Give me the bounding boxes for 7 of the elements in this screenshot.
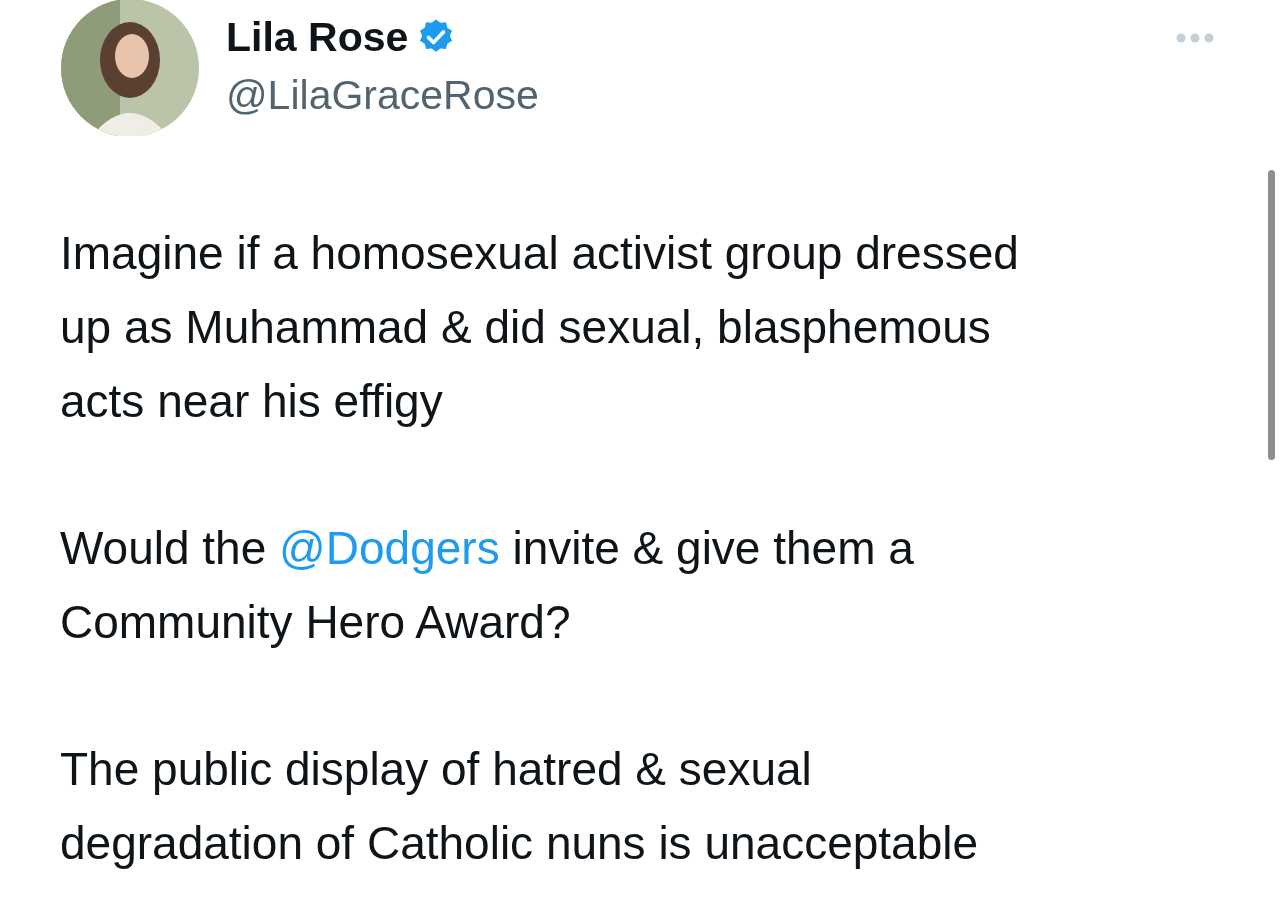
tweet-paragraph: The public display of hatred & sexual degradation of Catholic nuns is unacceptable (60, 742, 979, 871)
scrollbar[interactable] (1268, 170, 1275, 460)
tweet-paragraph: Would the @Dodgers invite & give them a Community Hero Award? (60, 521, 914, 650)
author-handle[interactable]: @LilaGraceRose (226, 70, 539, 120)
tweet-paragraph: Imagine if a homosexual activist group dressed up as Muhammad & did sexual, blasphemous acts near his effigy (60, 226, 1019, 429)
more-icon[interactable] (1175, 32, 1215, 44)
author-name[interactable]: Lila Rose (226, 12, 409, 62)
